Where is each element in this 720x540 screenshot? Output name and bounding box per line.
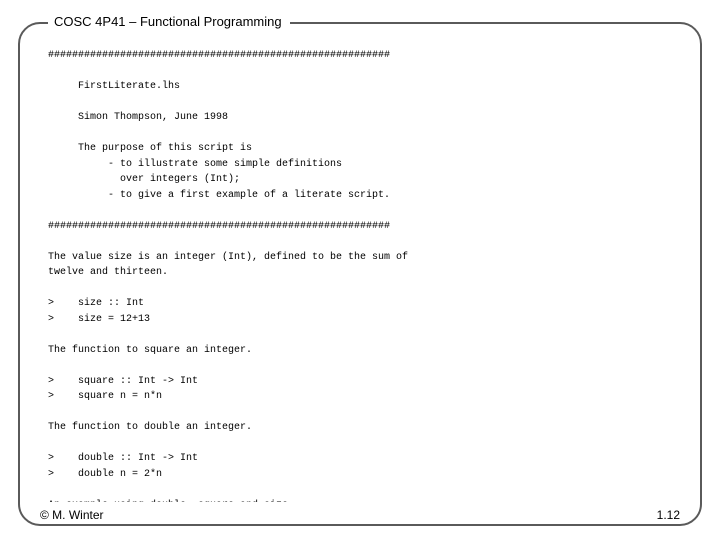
footer-page-number: 1.12 — [651, 508, 686, 522]
content-area: ########################################… — [48, 48, 672, 502]
footer-author: © M. Winter — [34, 508, 110, 522]
slide: COSC 4P41 – Functional Programming #####… — [0, 0, 720, 540]
code-block: ########################################… — [48, 48, 672, 502]
page-title: COSC 4P41 – Functional Programming — [48, 14, 290, 29]
